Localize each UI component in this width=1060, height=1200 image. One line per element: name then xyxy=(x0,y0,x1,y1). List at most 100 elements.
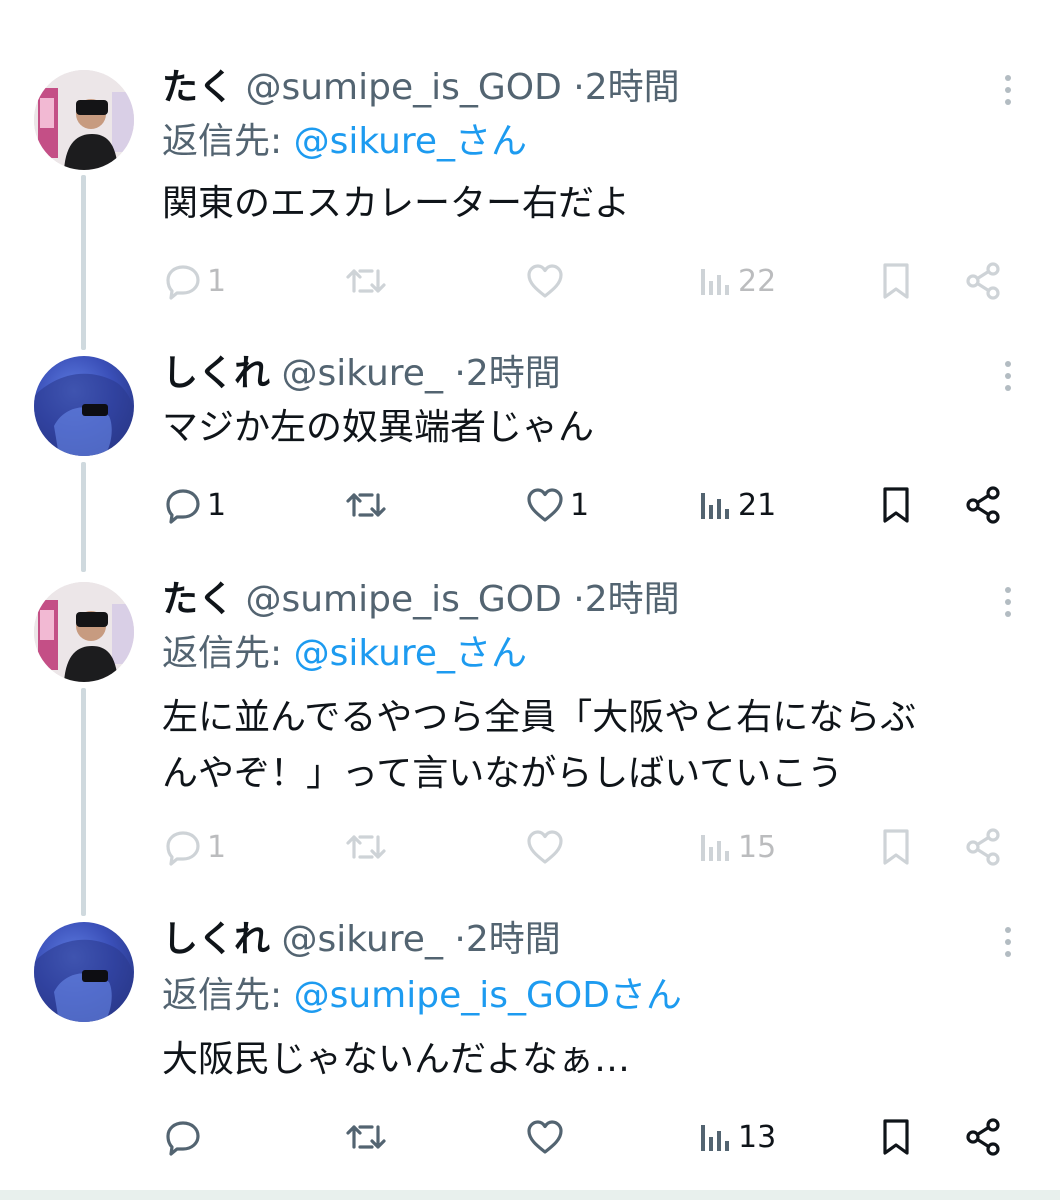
mention-link[interactable]: @sikure_さん xyxy=(294,121,527,162)
retweet-icon xyxy=(346,493,386,517)
tweet-header: たく @sumipe_is_GOD ·2時間 xyxy=(162,66,680,110)
display-name[interactable]: しくれ xyxy=(162,353,270,394)
more-icon[interactable] xyxy=(988,582,1028,622)
reply-icon xyxy=(166,1121,200,1156)
display-name[interactable]: たく xyxy=(162,579,234,620)
tweet-text: 左に並んでるやつら全員「大阪やと右にならぶ んやぞ！」って言いながらしばいていこ… xyxy=(162,690,1042,802)
reply-button[interactable]: 1 xyxy=(163,256,226,306)
action-bar: 1 1 21 xyxy=(0,480,1060,530)
reply-button[interactable] xyxy=(163,1112,203,1162)
view-count: 22 xyxy=(738,263,777,299)
like-button[interactable]: 1 xyxy=(524,480,589,530)
views-button[interactable]: 15 xyxy=(698,822,776,872)
share-button[interactable] xyxy=(962,1112,1004,1162)
view-count: 13 xyxy=(738,1119,777,1155)
share-icon xyxy=(966,828,1000,866)
views-icon xyxy=(701,1125,729,1151)
like-button[interactable] xyxy=(524,1112,566,1162)
bookmark-icon xyxy=(883,487,909,523)
reply-count: 1 xyxy=(207,487,227,523)
reply-prefix: 返信先: xyxy=(162,633,294,674)
view-count: 15 xyxy=(738,829,777,865)
avatar[interactable] xyxy=(34,70,134,170)
bookmark-icon xyxy=(883,1119,909,1155)
tweet-text: 大阪民じゃないんだよなぁ… xyxy=(162,1039,631,1080)
tweet[interactable]: しくれ @sikure_ ·2時間 マジか左の奴異端者じゃん 1 1 21 xyxy=(0,352,1060,552)
timestamp[interactable]: 2時間 xyxy=(585,579,680,620)
bookmark-button[interactable] xyxy=(876,480,916,530)
views-icon xyxy=(701,835,729,861)
timestamp[interactable]: 2時間 xyxy=(585,67,680,108)
avatar[interactable] xyxy=(34,356,134,456)
bookmark-button[interactable] xyxy=(876,1112,916,1162)
reply-button[interactable]: 1 xyxy=(163,480,226,530)
display-name[interactable]: しくれ xyxy=(162,919,270,960)
view-count: 21 xyxy=(738,487,777,523)
share-button[interactable] xyxy=(962,480,1004,530)
avatar[interactable] xyxy=(34,922,134,1022)
reply-count: 1 xyxy=(207,263,227,299)
retweet-button[interactable] xyxy=(344,1112,388,1162)
mention-link[interactable]: @sumipe_is_GODさん xyxy=(294,975,682,1016)
retweet-button[interactable] xyxy=(344,256,388,306)
reply-prefix: 返信先: xyxy=(162,121,294,162)
tweet-text: マジか左の奴異端者じゃん xyxy=(162,407,595,448)
reply-button[interactable]: 1 xyxy=(163,822,226,872)
reply-context: 返信先: @sumipe_is_GODさん xyxy=(162,974,682,1018)
reply-count: 1 xyxy=(207,829,227,865)
reply-icon xyxy=(166,265,200,300)
views-icon xyxy=(701,493,729,519)
retweet-button[interactable] xyxy=(344,822,388,872)
like-icon xyxy=(527,264,563,298)
retweet-icon xyxy=(346,269,386,293)
reply-context: 返信先: @sikure_さん xyxy=(162,632,527,676)
reply-context: 返信先: @sikure_さん xyxy=(162,120,527,164)
bookmark-button[interactable] xyxy=(876,822,916,872)
like-button[interactable] xyxy=(524,822,566,872)
separator: · xyxy=(454,353,466,394)
share-icon xyxy=(966,262,1000,300)
like-button[interactable] xyxy=(524,256,566,306)
timestamp[interactable]: 2時間 xyxy=(466,353,561,394)
tweet[interactable]: たく @sumipe_is_GOD ·2時間 返信先: @sikure_さん 関… xyxy=(0,66,1060,316)
user-handle[interactable]: @sikure_ xyxy=(281,919,442,960)
tweet[interactable]: しくれ @sikure_ ·2時間 返信先: @sumipe_is_GODさん … xyxy=(0,918,1060,1168)
reply-prefix: 返信先: xyxy=(162,975,294,1016)
bookmark-icon xyxy=(883,263,909,299)
views-button[interactable]: 22 xyxy=(698,256,776,306)
tweet[interactable]: たく @sumipe_is_GOD ·2時間 返信先: @sikure_さん 左… xyxy=(0,578,1060,878)
tweet-header: しくれ @sikure_ ·2時間 xyxy=(162,918,561,962)
reply-icon xyxy=(166,489,200,524)
views-button[interactable]: 21 xyxy=(698,480,776,530)
timestamp[interactable]: 2時間 xyxy=(466,919,561,960)
avatar[interactable] xyxy=(34,582,134,682)
bookmark-icon xyxy=(883,829,909,865)
like-icon xyxy=(527,830,563,864)
bottom-bar-edge xyxy=(0,1190,1060,1200)
tweet-header: たく @sumipe_is_GOD ·2時間 xyxy=(162,578,680,622)
action-bar: 1 22 xyxy=(0,256,1060,306)
action-bar: 1 15 xyxy=(0,822,1060,872)
tweet-text-line: 左に並んでるやつら全員「大阪やと右にならぶ xyxy=(162,697,917,738)
share-button[interactable] xyxy=(962,256,1004,306)
mention-link[interactable]: @sikure_さん xyxy=(294,633,527,674)
retweet-button[interactable] xyxy=(344,480,388,530)
more-icon[interactable] xyxy=(988,922,1028,962)
display-name[interactable]: たく xyxy=(162,67,234,108)
share-icon xyxy=(966,486,1000,524)
user-handle[interactable]: @sikure_ xyxy=(281,353,442,394)
views-icon xyxy=(701,269,729,295)
tweet-header: しくれ @sikure_ ·2時間 xyxy=(162,352,561,396)
views-button[interactable]: 13 xyxy=(698,1112,776,1162)
retweet-icon xyxy=(346,1125,386,1149)
like-count: 1 xyxy=(570,487,590,523)
action-bar: 13 xyxy=(0,1112,1060,1162)
user-handle[interactable]: @sumipe_is_GOD xyxy=(245,579,561,620)
user-handle[interactable]: @sumipe_is_GOD xyxy=(245,67,561,108)
more-icon[interactable] xyxy=(988,356,1028,396)
bookmark-button[interactable] xyxy=(876,256,916,306)
separator: · xyxy=(573,67,585,108)
share-button[interactable] xyxy=(962,822,1004,872)
tweet-text-line: んやぞ！」って言いながらしばいていこう xyxy=(162,753,844,794)
more-icon[interactable] xyxy=(988,70,1028,110)
